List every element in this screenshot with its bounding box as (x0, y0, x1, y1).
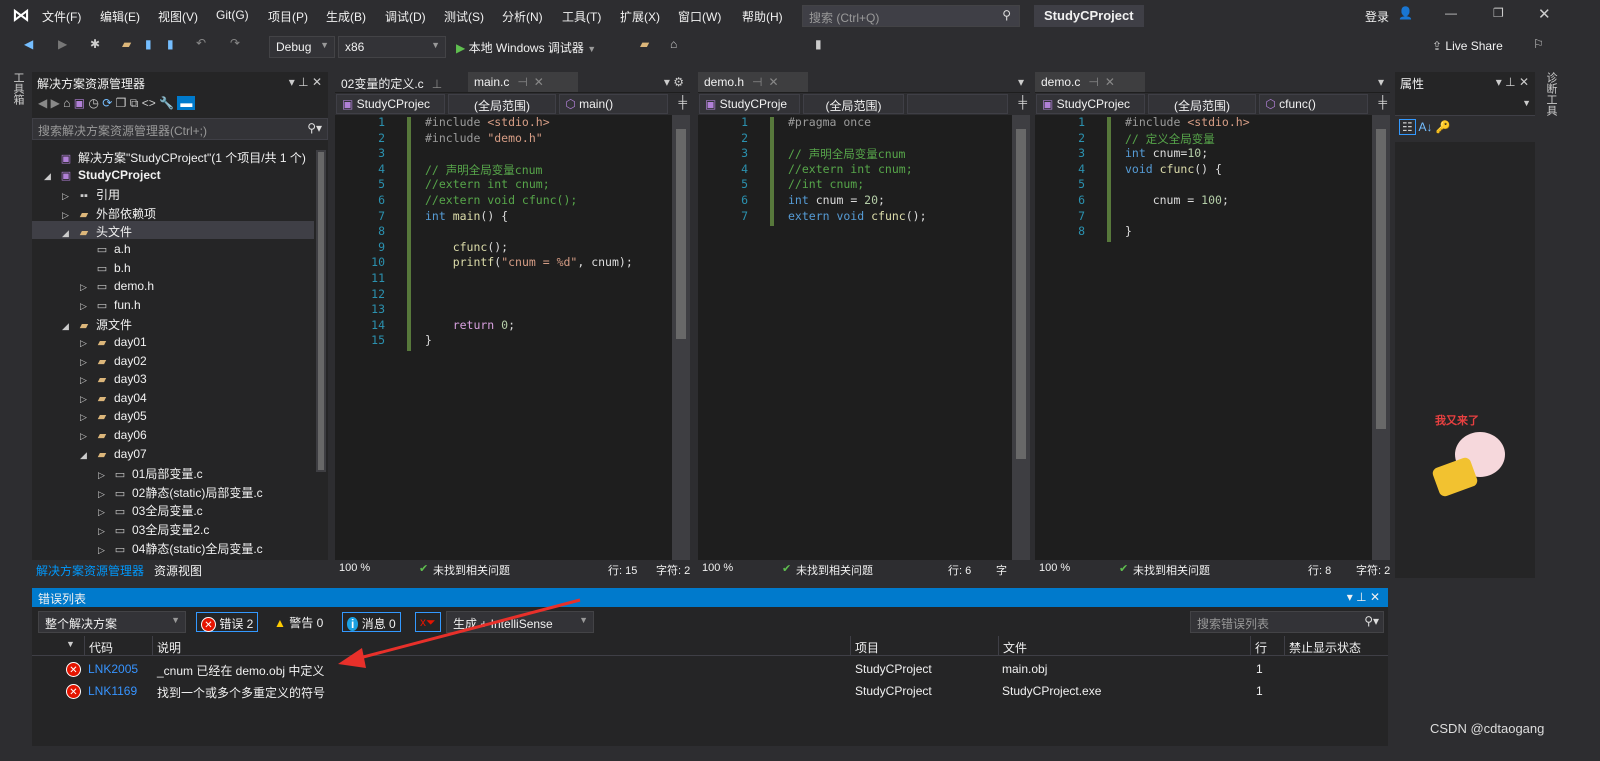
watermark: CSDN @cdtaogang (1430, 721, 1545, 736)
annotation-arrow (338, 598, 581, 668)
